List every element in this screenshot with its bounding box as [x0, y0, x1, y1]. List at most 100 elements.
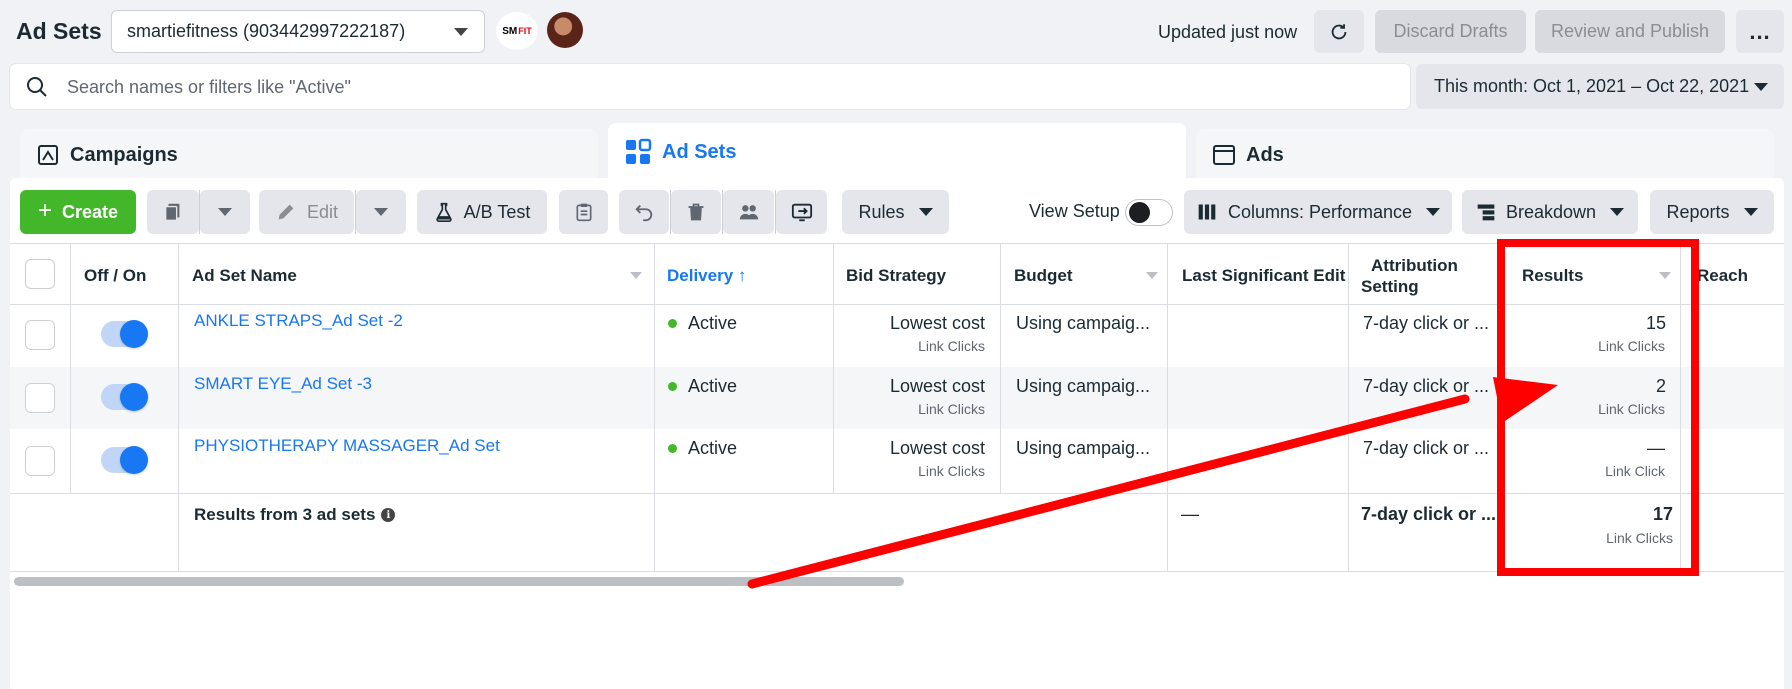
clipboard-button[interactable] [559, 190, 608, 234]
row-status-toggle[interactable] [101, 383, 148, 411]
view-setup-label: View Setup [1029, 201, 1120, 221]
account-logo: SM FIT [496, 12, 538, 50]
divider [1000, 243, 1001, 493]
bid-strategy-sub: Link Clicks [918, 401, 985, 417]
tab-campaigns[interactable]: Campaigns [20, 129, 598, 181]
edit-dropdown-button[interactable] [356, 190, 406, 234]
columns-icon [1198, 204, 1216, 220]
duplicate-button[interactable] [147, 190, 199, 234]
chevron-down-icon [1426, 208, 1441, 216]
ad-set-name-link[interactable]: PHYSIOTHERAPY MASSAGER_Ad Set [194, 436, 500, 456]
column-header-name[interactable]: Ad Set Name [192, 266, 297, 286]
reports-button[interactable]: Reports [1650, 190, 1774, 234]
create-button[interactable]: + Create [20, 190, 136, 234]
summary-last-edit: — [1181, 504, 1199, 524]
budget-value[interactable]: Using campaig... [1016, 376, 1150, 397]
chevron-down-icon [1743, 208, 1758, 216]
delivery-status: Active [668, 313, 737, 334]
clipboard-icon [576, 203, 591, 222]
review-publish-button[interactable]: Review and Publish [1535, 10, 1725, 53]
select-all-checkbox[interactable] [25, 259, 55, 289]
refresh-button[interactable] [1314, 10, 1364, 53]
export-icon [791, 203, 812, 222]
budget-value[interactable]: Using campaig... [1016, 313, 1150, 334]
horizontal-scrollbar[interactable] [14, 577, 904, 586]
pencil-icon [278, 204, 294, 220]
divider [70, 243, 71, 493]
tab-ad-sets[interactable]: Ad Sets [608, 123, 1186, 181]
results-highlight-box [1497, 239, 1699, 576]
grid-icon [624, 138, 652, 166]
row-checkbox[interactable] [25, 446, 55, 476]
tab-label: Campaigns [70, 143, 178, 166]
discard-drafts-button[interactable]: Discard Drafts [1375, 10, 1526, 53]
row-checkbox[interactable] [25, 320, 55, 350]
toggle-knob [120, 320, 148, 348]
columns-button[interactable]: Columns: Performance [1184, 190, 1452, 234]
ad-set-name-link[interactable]: ANKLE STRAPS_Ad Set -2 [194, 311, 403, 331]
more-options-button[interactable]: ... [1736, 10, 1784, 53]
bid-strategy-value: Lowest cost [889, 376, 985, 396]
ad-window-icon [1212, 143, 1236, 167]
chevron-down-icon [454, 28, 468, 36]
ad-set-name-link[interactable]: SMART EYE_Ad Set -3 [194, 374, 372, 394]
status-dot-icon [668, 319, 677, 328]
tab-ads[interactable]: Ads [1196, 129, 1774, 181]
bid-strategy-value: Lowest cost [889, 438, 985, 458]
column-header-budget[interactable]: Budget [1014, 266, 1073, 286]
search-placeholder: Search names or filters like "Active" [67, 77, 351, 97]
date-range-label: This month: Oct 1, 2021 – Oct 22, 2021 [1434, 76, 1750, 96]
delete-button[interactable] [671, 190, 721, 234]
ab-test-button[interactable]: A/B Test [417, 190, 547, 234]
attribution-value: 7-day click or ... [1363, 313, 1490, 333]
avatar[interactable] [547, 12, 583, 48]
chevron-down-icon [218, 208, 232, 216]
flask-icon [435, 202, 452, 222]
status-dot-icon [668, 444, 677, 453]
row-status-toggle[interactable] [101, 320, 148, 348]
chevron-down-icon [374, 208, 388, 216]
chevron-down-icon[interactable] [630, 272, 642, 279]
column-header-attribution[interactable]: Attribution Setting [1361, 255, 1458, 297]
search-icon [27, 77, 47, 97]
rules-button[interactable]: Rules [842, 190, 949, 234]
column-header-off-on[interactable]: Off / On [84, 266, 146, 286]
undo-icon [635, 204, 653, 222]
export-button[interactable] [776, 190, 827, 234]
status-dot-icon [668, 382, 677, 391]
budget-value[interactable]: Using campaig... [1016, 438, 1150, 459]
chevron-down-icon[interactable] [1146, 272, 1158, 279]
refresh-icon [1331, 23, 1347, 39]
undo-button[interactable] [619, 190, 669, 234]
bid-strategy-value: Lowest cost [889, 313, 985, 333]
chevron-down-icon [1754, 83, 1768, 91]
edit-button[interactable]: Edit [259, 190, 354, 234]
attribution-value: 7-day click or ... [1363, 376, 1490, 396]
info-icon[interactable]: i [381, 508, 396, 522]
date-range-picker[interactable]: This month: Oct 1, 2021 – Oct 22, 2021 [1416, 64, 1784, 109]
divider [178, 243, 179, 571]
plus-icon: + [37, 196, 52, 224]
tab-label: Ad Sets [662, 140, 737, 163]
row-status-toggle[interactable] [101, 446, 148, 474]
column-header-last-edit[interactable]: Last Significant Edit [1182, 266, 1345, 286]
top-bar: Ad Sets smartiefitness (903442997222187)… [0, 0, 1792, 62]
divider [833, 243, 834, 493]
divider [1348, 243, 1349, 571]
column-header-bid-strategy[interactable]: Bid Strategy [846, 266, 946, 286]
bid-strategy-sub: Link Clicks [918, 463, 985, 479]
duplicate-icon [164, 203, 180, 221]
account-selector[interactable]: smartiefitness (903442997222187) [111, 10, 485, 53]
toggle-knob [1129, 202, 1150, 223]
toggle-knob [120, 383, 148, 411]
summary-label: Results from 3 ad sets i [194, 505, 396, 525]
audience-button[interactable] [723, 190, 774, 234]
search-input[interactable]: Search names or filters like "Active" [10, 64, 1410, 109]
column-header-delivery[interactable]: Delivery ↑ [667, 266, 746, 286]
breakdown-button[interactable]: Breakdown [1462, 190, 1638, 234]
column-header-reach[interactable]: Reach [1697, 266, 1748, 286]
duplicate-dropdown-button[interactable] [200, 190, 250, 234]
view-setup-toggle[interactable] [1125, 199, 1173, 226]
row-checkbox[interactable] [25, 383, 55, 413]
delivery-status: Active [668, 376, 737, 397]
